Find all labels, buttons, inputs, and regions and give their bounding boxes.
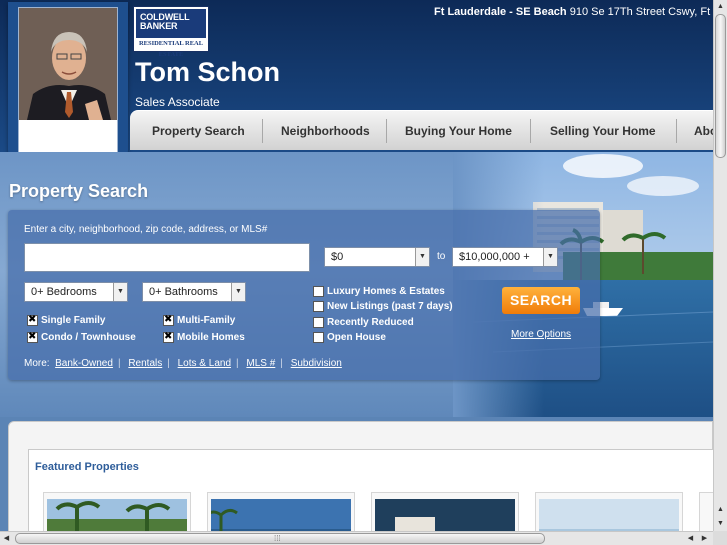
nav-separator: [676, 119, 677, 143]
vertical-scrollbar[interactable]: ▲ ▲ ▼: [713, 0, 727, 531]
scrollbar-corner: [713, 531, 727, 545]
agent-title: Sales Associate: [135, 95, 220, 109]
main-navigation: Property Search Neighborhoods Buying You…: [130, 110, 713, 150]
agent-name: Tom Schon: [135, 57, 280, 87]
nav-neighborhoods[interactable]: Neighborhoods: [281, 111, 370, 150]
new-listings-label: New Listings (past 7 days): [327, 301, 453, 312]
logo-tagline: RESIDENTIAL REAL ESTATE: [136, 38, 206, 58]
horizontal-scroll-thumb[interactable]: ⁞⁞⁞: [15, 533, 545, 544]
property-search-heading: Property Search: [9, 181, 149, 201]
office-info: Ft Lauderdale - SE Beach 910 Se 17Th Str…: [434, 6, 719, 18]
scroll-left-icon[interactable]: ◀: [0, 532, 13, 545]
single-family-label: Single Family: [41, 315, 106, 326]
logo-line-2: BANKER: [140, 21, 178, 31]
chevron-down-icon: ▼: [543, 248, 557, 266]
bedrooms-value: 0+ Bedrooms: [31, 286, 97, 298]
horizontal-scrollbar[interactable]: ◀ ⁞⁞⁞ ◀ ▶: [0, 531, 713, 545]
max-price-select[interactable]: $10,000,000 + ▼: [452, 247, 558, 267]
bathrooms-select[interactable]: 0+ Bathrooms ▼: [142, 282, 246, 302]
vertical-scroll-thumb[interactable]: [715, 14, 726, 158]
lots-land-link[interactable]: Lots & Land: [178, 358, 231, 369]
office-name: Ft Lauderdale - SE Beach: [434, 6, 567, 18]
bank-owned-link[interactable]: Bank-Owned: [55, 358, 113, 369]
recently-reduced-checkbox[interactable]: [313, 317, 324, 328]
min-price-value: $0: [331, 251, 344, 263]
scroll-up-icon[interactable]: ▲: [714, 503, 727, 516]
bathrooms-value: 0+ Bathrooms: [149, 286, 218, 298]
subdivision-link[interactable]: Subdivision: [291, 358, 342, 369]
office-address: 910 Se 17Th Street Cswy, Ft L: [569, 6, 720, 18]
nav-buying-your-home[interactable]: Buying Your Home: [405, 111, 512, 150]
condo-townhouse-checkbox[interactable]: [27, 331, 38, 343]
chevron-down-icon: ▼: [113, 283, 127, 301]
agent-photo-frame: [8, 2, 128, 160]
more-links-row: More: Bank-Owned | Rentals | Lots & Land | …: [24, 358, 342, 369]
nav-selling-your-home[interactable]: Selling Your Home: [550, 111, 656, 150]
mls-number-link[interactable]: MLS #: [246, 358, 275, 369]
min-price-select[interactable]: $0 ▼: [324, 247, 430, 267]
coldwell-banker-logo[interactable]: COLDWELL BANKER RESIDENTIAL REAL ESTATE: [133, 6, 209, 58]
new-listings-checkbox[interactable]: [313, 301, 324, 312]
search-button[interactable]: SEARCH: [502, 287, 580, 314]
nav-separator: [262, 119, 263, 143]
multi-family-label: Multi-Family: [177, 315, 236, 326]
search-prompt: Enter a city, neighborhood, zip code, ad…: [24, 224, 268, 235]
location-search-input[interactable]: [24, 243, 310, 272]
mobile-homes-label: Mobile Homes: [177, 332, 245, 343]
scroll-down-icon[interactable]: ▼: [714, 517, 727, 530]
bedrooms-select[interactable]: 0+ Bedrooms ▼: [24, 282, 128, 302]
agent-photo: [18, 7, 118, 155]
scroll-right-icon[interactable]: ▶: [698, 532, 711, 545]
open-house-label: Open House: [327, 332, 386, 343]
multi-family-checkbox[interactable]: [163, 314, 174, 326]
nav-separator: [530, 119, 531, 143]
property-search-panel: Enter a city, neighborhood, zip code, ad…: [8, 210, 600, 380]
luxury-homes-label: Luxury Homes & Estates: [327, 286, 445, 297]
nav-property-search[interactable]: Property Search: [152, 111, 245, 150]
featured-section: Featured Properties: [8, 421, 719, 545]
nav-separator: [386, 119, 387, 143]
max-price-value: $10,000,000 +: [459, 251, 530, 263]
recently-reduced-label: Recently Reduced: [327, 317, 414, 328]
nav-about[interactable]: Abo: [694, 111, 713, 150]
more-label: More:: [24, 358, 50, 369]
chevron-down-icon: ▼: [231, 283, 245, 301]
open-house-checkbox[interactable]: [313, 332, 324, 343]
single-family-checkbox[interactable]: [27, 314, 38, 326]
luxury-homes-checkbox[interactable]: [313, 286, 324, 297]
scroll-up-icon[interactable]: ▲: [714, 0, 727, 13]
rentals-link[interactable]: Rentals: [128, 358, 162, 369]
mobile-homes-checkbox[interactable]: [163, 331, 174, 343]
more-options-link[interactable]: More Options: [511, 329, 571, 340]
condo-townhouse-label: Condo / Townhouse: [41, 332, 136, 343]
chevron-down-icon: ▼: [415, 248, 429, 266]
featured-properties-title: Featured Properties: [35, 461, 139, 473]
price-to-label: to: [437, 251, 446, 262]
scroll-left-icon[interactable]: ◀: [684, 532, 697, 545]
